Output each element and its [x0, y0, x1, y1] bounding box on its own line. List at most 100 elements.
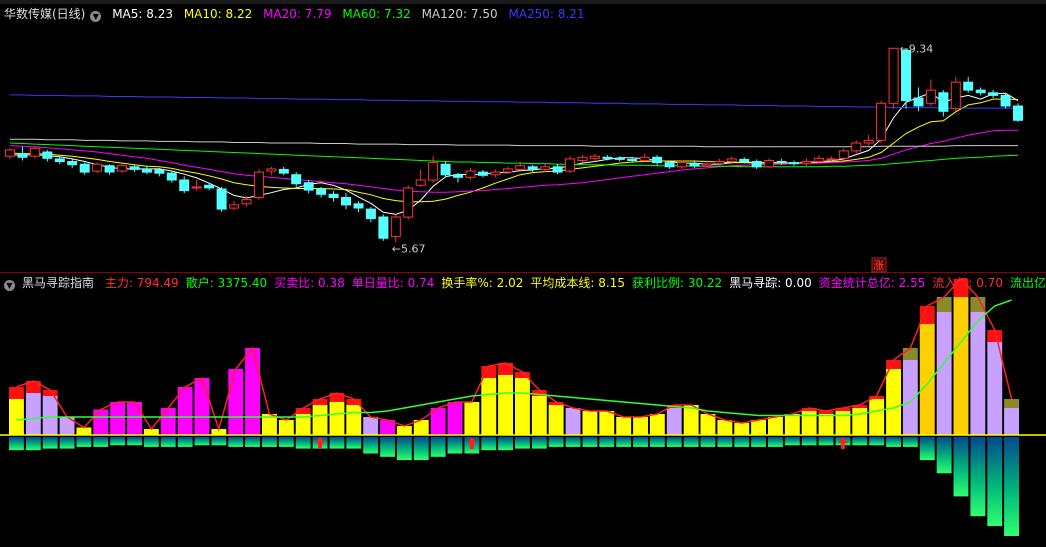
inflow-bar — [9, 387, 24, 435]
candle-body — [589, 155, 600, 159]
outflow-bar — [1004, 437, 1019, 536]
candle-body — [627, 158, 638, 161]
candle-down — [614, 156, 625, 162]
candle-body — [552, 166, 563, 173]
inflow-bar-body — [717, 420, 733, 435]
candle-down — [141, 165, 152, 175]
candle-body — [241, 199, 252, 205]
outflow-bar — [498, 437, 513, 451]
candle-body — [813, 157, 824, 163]
candle-body — [67, 161, 78, 166]
candle-body — [925, 89, 936, 104]
candle-up — [490, 169, 501, 178]
outflow-bar — [953, 437, 969, 497]
candle-down — [477, 169, 488, 178]
candle-down — [204, 182, 215, 191]
inflow-bar — [76, 427, 92, 435]
low-price-label: ←5.67 — [392, 242, 426, 255]
candle-body — [328, 193, 339, 199]
inflow-bar-body — [42, 396, 58, 435]
candle-down — [341, 193, 351, 210]
candle-down — [938, 90, 949, 117]
candle-body — [179, 179, 190, 192]
candle-body — [901, 49, 911, 102]
candle-down — [378, 214, 389, 241]
candle-body — [316, 188, 327, 195]
outflow-bar — [295, 437, 311, 449]
inflow-bar-body — [616, 417, 632, 435]
outflow-bar — [700, 437, 716, 447]
candle-up — [29, 146, 40, 159]
candle-body — [701, 163, 712, 167]
inflow-bar-body — [768, 417, 783, 435]
inflow-bar-body — [548, 405, 564, 435]
outflow-bar — [346, 437, 362, 449]
candle-up — [838, 148, 849, 161]
candle-up — [191, 180, 202, 191]
candle-body — [1013, 105, 1023, 121]
candle-down — [789, 160, 799, 166]
chart-canvas[interactable]: ←9.34 ←5.67 涨 — [0, 0, 1046, 547]
inflow-bar-body — [751, 420, 766, 435]
inflow-bar — [751, 420, 766, 435]
candle-body — [565, 158, 575, 172]
candle-up — [253, 169, 264, 200]
inflow-bar-body — [9, 399, 24, 435]
candle-body — [913, 97, 924, 107]
candle-down — [216, 186, 227, 212]
ma-line-ma20 — [9, 129, 1018, 193]
inflow-bar — [396, 426, 412, 435]
inflow-bar-body — [25, 393, 41, 435]
outflow-bar — [649, 437, 665, 447]
candle-body — [440, 163, 451, 176]
outflow-bar — [768, 437, 783, 447]
candle-body — [17, 153, 28, 158]
outflow-bar — [801, 437, 817, 446]
candle-body — [963, 81, 974, 91]
inflow-bar-body — [363, 417, 379, 435]
candle-down — [1000, 92, 1011, 109]
candle-body — [5, 149, 15, 157]
candle-up — [390, 214, 401, 243]
candle-down — [652, 155, 663, 166]
candle-body — [29, 147, 40, 157]
candle-down — [291, 172, 302, 187]
candle-up — [117, 163, 127, 174]
outflow-bar — [177, 437, 193, 447]
candle-body — [42, 151, 53, 159]
candle-down — [440, 161, 451, 178]
inflow-bar — [936, 297, 952, 435]
candle-body — [229, 204, 239, 209]
inflow-bar-body — [953, 297, 969, 435]
candle-body — [602, 156, 613, 159]
outflow-bar — [25, 437, 41, 451]
outflow-bar — [683, 437, 699, 447]
outflow-bar — [396, 437, 412, 461]
retail-line — [16, 299, 1012, 421]
candle-up — [677, 160, 687, 169]
candle-body — [863, 139, 874, 144]
candle-body — [216, 188, 227, 210]
inflow-bar — [93, 409, 109, 435]
candle-body — [378, 216, 389, 239]
inflow-bar — [835, 408, 851, 435]
candle-up — [428, 156, 439, 183]
inflow-bar — [515, 372, 530, 435]
outflow-bar — [245, 437, 260, 447]
candle-body — [751, 161, 762, 168]
candle-up — [863, 135, 874, 146]
candle-body — [117, 165, 127, 172]
candle-down — [963, 76, 974, 93]
inflow-bar-body — [346, 405, 362, 435]
candle-body — [876, 102, 887, 141]
candle-body — [677, 162, 687, 168]
candle-body — [291, 174, 302, 185]
inflow-bar — [531, 390, 547, 435]
candle-body — [104, 165, 115, 173]
outflow-bar — [228, 437, 244, 447]
candle-body — [826, 158, 837, 161]
candle-down — [453, 173, 463, 183]
inflow-bar-body — [936, 312, 952, 435]
inflow-bar-cap — [902, 348, 918, 360]
candle-body — [789, 162, 799, 165]
